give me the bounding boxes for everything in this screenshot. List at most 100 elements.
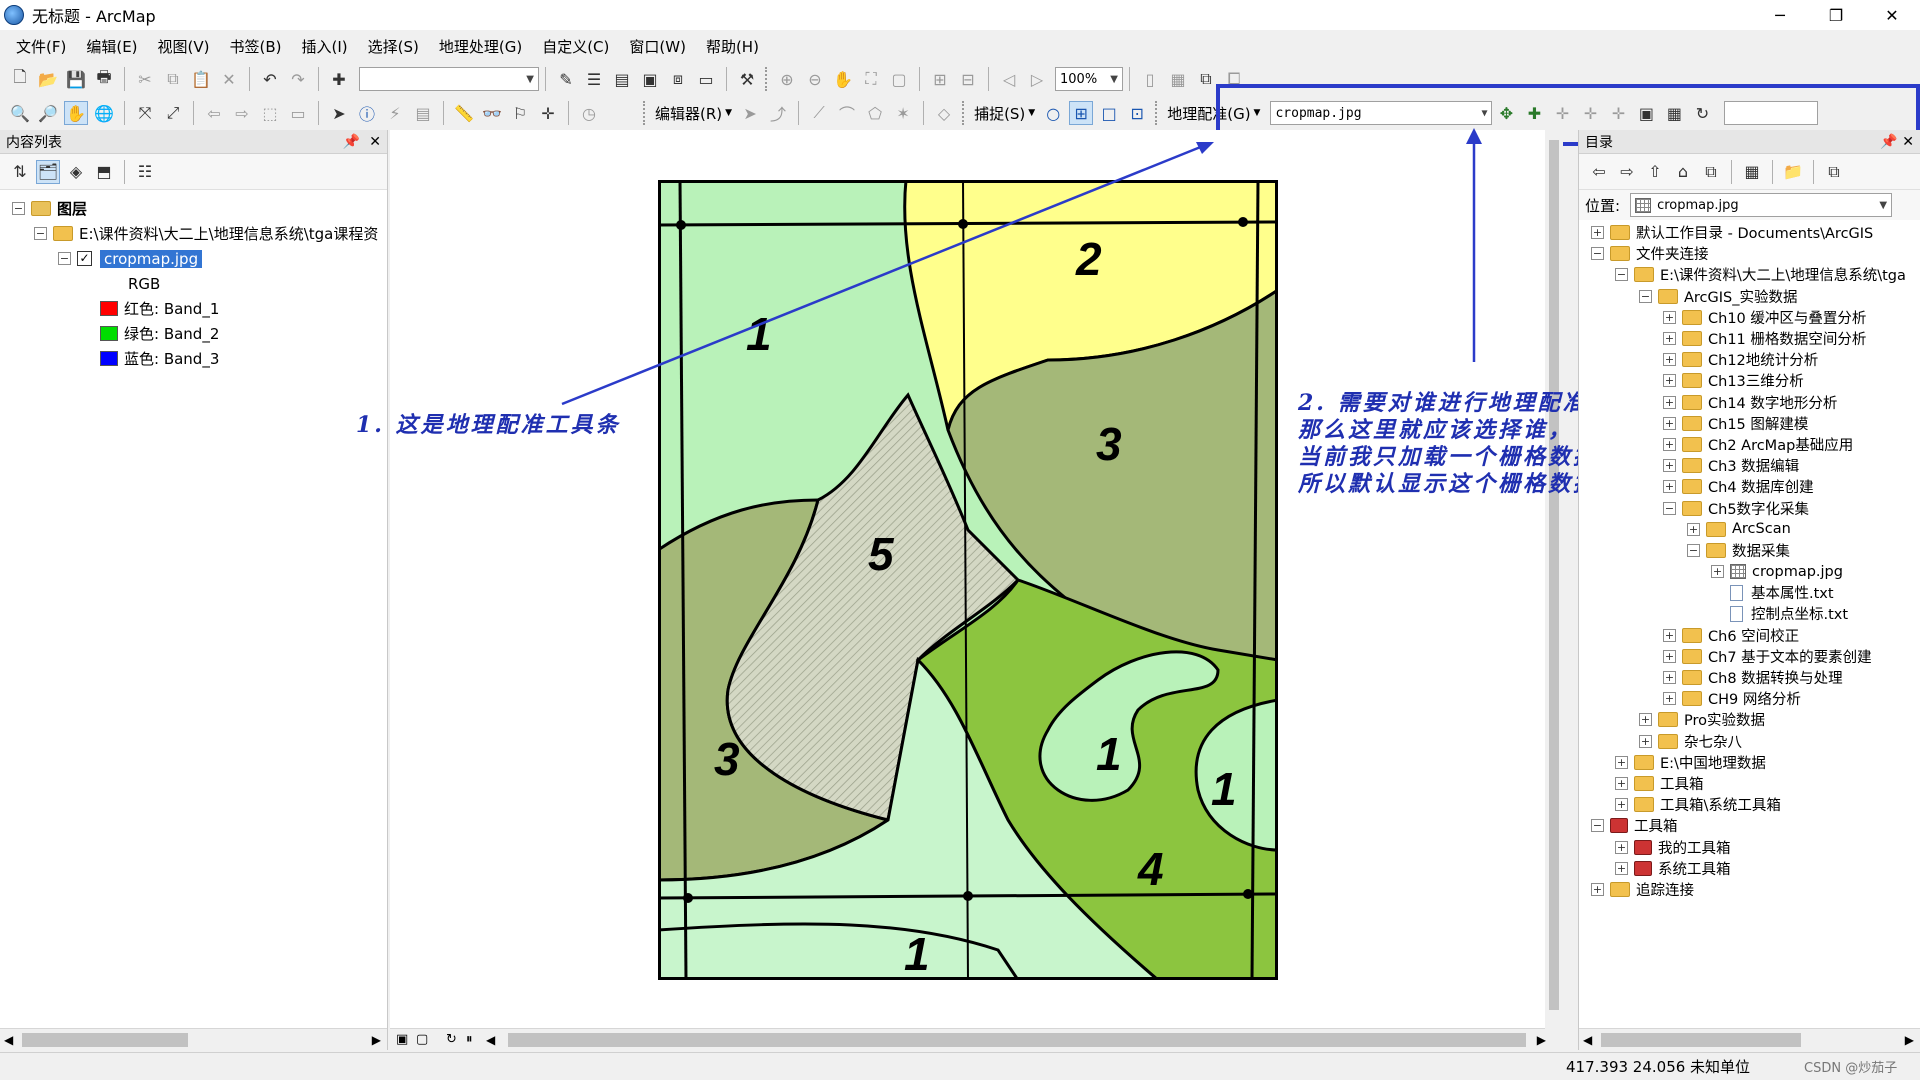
collapse-icon[interactable]: − [1687,543,1700,557]
annotation-georef-toolbar: 1. 这是地理配准工具条 [356,412,621,438]
catalog-item[interactable]: + 杂七杂八 [1579,731,1920,752]
forward-arrow-icon[interactable]: ⇨ [1615,160,1639,184]
pin-icon[interactable]: 📌 [1880,134,1897,150]
folder-icon [1658,733,1678,749]
location-row: 位置: cropmap.jpg ▼ [1579,190,1920,220]
catalog-item[interactable]: + Ch6 空间校正 [1579,625,1920,646]
catalog-item-label: 文件夹连接 [1636,247,1709,264]
catalog-item-label: 系统工具箱 [1658,861,1731,878]
catalog-item[interactable]: − 工具箱 [1579,815,1920,836]
expand-icon[interactable]: + [1615,840,1628,854]
expand-icon[interactable]: + [1639,734,1652,748]
catalog-item[interactable]: + Ch8 数据转换与处理 [1579,667,1920,688]
catalog-horizontal-scrollbar[interactable]: ◀ ▶ [1579,1028,1920,1050]
catalog-item-label: Pro实验数据 [1684,713,1766,730]
up-one-level-icon[interactable]: ⇧ [1643,160,1667,184]
catalog-item[interactable]: + cropmap.jpg [1579,561,1920,582]
catalog-item-label: Ch7 基于文本的要素创建 [1708,649,1872,666]
folder-icon [1682,373,1702,389]
collapse-icon[interactable]: − [1639,289,1652,303]
catalog-item-label: E:\课件资料\大二上\地理信息系统\tga [1660,268,1906,285]
expand-icon[interactable]: + [1663,480,1676,494]
views-icon[interactable]: ▦ [1740,160,1764,184]
expand-icon[interactable]: + [1663,437,1676,451]
close-icon[interactable]: ✕ [1902,134,1914,150]
catalog-item-label: 我的工具箱 [1658,840,1731,857]
folder-icon [1634,267,1654,283]
expand-icon[interactable]: + [1615,861,1628,875]
connect-folder-icon[interactable]: ⧉ [1699,160,1723,184]
catalog-item-label: CH9 网络分析 [1708,692,1801,709]
catalog-item[interactable]: + E:\中国地理数据 [1579,752,1920,773]
raster-icon [1730,564,1746,580]
folder-icon [1682,331,1702,347]
folder-icon [1610,225,1630,241]
expand-icon[interactable]: + [1663,671,1676,685]
catalog-item[interactable]: + Ch14 数字地形分析 [1579,392,1920,413]
status-bar: 417.393 24.056 未知单位 CSDN @炒茄子 [0,1052,1920,1080]
home-icon[interactable]: ⌂ [1671,160,1695,184]
expand-icon[interactable]: + [1615,776,1628,790]
expand-icon[interactable]: + [1591,882,1604,896]
expand-icon[interactable]: + [1663,649,1676,663]
location-combo[interactable]: cropmap.jpg ▼ [1630,193,1893,217]
scroll-left-icon[interactable]: ◀ [1583,1033,1592,1047]
collapse-icon[interactable]: − [1591,819,1604,833]
collapse-icon[interactable]: − [1663,501,1676,515]
expand-icon[interactable]: + [1663,628,1676,642]
expand-icon[interactable]: + [1687,522,1700,536]
catalog-item[interactable]: + 系统工具箱 [1579,858,1920,879]
expand-icon[interactable]: + [1615,755,1628,769]
expand-icon[interactable]: + [1591,226,1604,240]
expand-icon[interactable]: + [1663,353,1676,367]
catalog-item[interactable]: + Ch3 数据编辑 [1579,455,1920,476]
scrollbar-thumb[interactable] [1601,1033,1801,1047]
catalog-item[interactable]: + 工具箱 [1579,773,1920,794]
catalog-item[interactable]: + CH9 网络分析 [1579,688,1920,709]
catalog-item[interactable]: − 数据采集 [1579,540,1920,561]
catalog-item[interactable]: + Ch2 ArcMap基础应用 [1579,434,1920,455]
catalog-item[interactable]: − 文件夹连接 [1579,243,1920,264]
catalog-item[interactable]: + Ch13三维分析 [1579,370,1920,391]
catalog-item-label: 控制点坐标.txt [1751,607,1849,624]
expand-icon[interactable]: + [1663,395,1676,409]
back-arrow-icon[interactable]: ⇦ [1587,160,1611,184]
toolbox-icon [1634,839,1652,855]
catalog-item[interactable]: − ArcGIS_实验数据 [1579,286,1920,307]
catalog-item[interactable]: + 默认工作目录 - Documents\ArcGIS [1579,222,1920,243]
catalog-item[interactable]: + Ch7 基于文本的要素创建 [1579,646,1920,667]
catalog-item-label: Ch3 数据编辑 [1708,459,1800,476]
collapse-icon[interactable]: − [1615,268,1628,282]
expand-icon[interactable]: + [1663,310,1676,324]
collapse-icon[interactable]: − [1591,247,1604,261]
catalog-item[interactable]: + Ch10 缓冲区与叠置分析 [1579,307,1920,328]
catalog-item[interactable]: + 工具箱\系统工具箱 [1579,794,1920,815]
catalog-panel: 目录 📌 ✕ ⇦ ⇨ ⇧ ⌂ ⧉ ▦ 📁 ⧉ 位置: cropmap.jpg ▼ … [1578,130,1920,1050]
catalog-item[interactable]: − E:\课件资料\大二上\地理信息系统\tga [1579,264,1920,285]
toggle-contents-icon[interactable]: ⧉ [1822,160,1846,184]
folder-icon [1682,415,1702,431]
folder-icon [1682,436,1702,452]
new-folder-icon[interactable]: 📁 [1781,160,1805,184]
expand-icon[interactable]: + [1639,713,1652,727]
expand-icon[interactable]: + [1663,416,1676,430]
catalog-item[interactable]: + 我的工具箱 [1579,836,1920,857]
catalog-item[interactable]: 控制点坐标.txt [1579,603,1920,624]
expand-icon[interactable]: + [1615,798,1628,812]
expand-icon[interactable]: + [1663,692,1676,706]
annotation-line: 那么这里就应该选择谁， [1298,417,1574,443]
catalog-item[interactable]: − Ch5数字化采集 [1579,497,1920,518]
catalog-item[interactable]: + 追踪连接 [1579,879,1920,900]
catalog-item[interactable]: + Ch4 数据库创建 [1579,476,1920,497]
catalog-item[interactable]: + Ch15 图解建模 [1579,413,1920,434]
scroll-right-icon[interactable]: ▶ [1905,1033,1914,1047]
expand-icon[interactable]: + [1663,459,1676,473]
catalog-item[interactable]: 基本属性.txt [1579,582,1920,603]
expand-icon[interactable]: + [1663,374,1676,388]
catalog-item[interactable]: + Ch12地统计分析 [1579,349,1920,370]
expand-icon[interactable]: + [1711,565,1724,579]
catalog-item[interactable]: + ArcScan [1579,519,1920,540]
catalog-item[interactable]: + Ch11 栅格数据空间分析 [1579,328,1920,349]
catalog-item[interactable]: + Pro实验数据 [1579,709,1920,730]
expand-icon[interactable]: + [1663,332,1676,346]
